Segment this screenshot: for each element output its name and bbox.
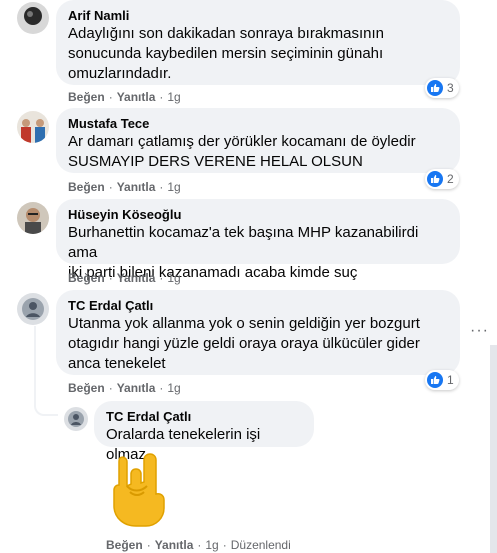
- comment-bubble: Mustafa Tece Ar damarı çatlamış der yörü…: [56, 108, 460, 173]
- like-icon: [427, 171, 443, 187]
- comment-actions: Beğen · Yanıtla · 1g: [68, 271, 181, 285]
- avatar[interactable]: [64, 407, 88, 431]
- thread-line: [34, 326, 36, 398]
- comment-bubble: TC Erdal Çatlı Utanma yok allanma yok o …: [56, 290, 460, 375]
- reaction-count[interactable]: 2: [425, 169, 459, 189]
- timestamp[interactable]: 1g: [167, 271, 180, 285]
- reaction-number: 2: [447, 172, 454, 186]
- avatar[interactable]: [17, 2, 49, 34]
- scroll-edge: [490, 345, 497, 553]
- thread-connector: [34, 398, 58, 416]
- reply-button[interactable]: Yanıtla: [117, 271, 156, 285]
- comment-author[interactable]: Hüseyin Köseoğlu: [68, 206, 448, 223]
- like-icon: [427, 80, 443, 96]
- reply-actions: Beğen · Yanıtla · 1g · Düzenlendi: [106, 538, 291, 552]
- reaction-count[interactable]: 1: [425, 370, 459, 390]
- comment-author[interactable]: Arif Namli: [68, 7, 448, 24]
- reply-button[interactable]: Yanıtla: [117, 90, 156, 104]
- comment-actions: Beğen · Yanıtla · 1g: [68, 381, 181, 395]
- edited-label: Düzenlendi: [230, 538, 291, 552]
- like-button[interactable]: Beğen: [68, 381, 105, 395]
- comment-text: Adaylığını son dakikadan sonraya bırakma…: [68, 25, 385, 82]
- reply-button[interactable]: Yanıtla: [155, 538, 194, 552]
- like-button[interactable]: Beğen: [106, 538, 143, 552]
- like-button[interactable]: Beğen: [68, 180, 105, 194]
- comment-actions: Beğen · Yanıtla · 1g: [68, 180, 181, 194]
- more-options-icon[interactable]: ···: [470, 322, 489, 340]
- timestamp[interactable]: 1g: [167, 381, 180, 395]
- comment-text: Utanma yok allanma yok o senin geldiğin …: [68, 315, 420, 372]
- reply-button[interactable]: Yanıtla: [117, 381, 156, 395]
- avatar[interactable]: [17, 293, 49, 325]
- comment-author[interactable]: TC Erdal Çatlı: [68, 297, 448, 314]
- avatar[interactable]: [17, 111, 49, 143]
- like-button[interactable]: Beğen: [68, 271, 105, 285]
- reaction-number: 1: [447, 373, 454, 387]
- reaction-number: 3: [447, 81, 454, 95]
- comment-text: Ar damarı çatlamış der yörükler kocamanı…: [68, 133, 416, 170]
- timestamp[interactable]: 1g: [205, 538, 218, 552]
- reaction-count[interactable]: 3: [425, 78, 459, 98]
- reply-author[interactable]: TC Erdal Çatlı: [106, 408, 302, 425]
- comment-bubble: Arif Namli Adaylığını son dakikadan sonr…: [56, 0, 460, 85]
- comment-author[interactable]: Mustafa Tece: [68, 115, 448, 132]
- horns-hand-sticker[interactable]: [106, 452, 168, 528]
- like-icon: [427, 372, 443, 388]
- reply-button[interactable]: Yanıtla: [117, 180, 156, 194]
- avatar[interactable]: [17, 202, 49, 234]
- comment-bubble: Hüseyin Köseoğlu Burhanettin kocamaz'a t…: [56, 199, 460, 281]
- comment-actions: Beğen · Yanıtla · 1g: [68, 90, 181, 104]
- like-button[interactable]: Beğen: [68, 90, 105, 104]
- timestamp[interactable]: 1g: [167, 180, 180, 194]
- reply-bubble: TC Erdal Çatlı Oralarda tenekelerin işi …: [94, 401, 314, 463]
- timestamp[interactable]: 1g: [167, 90, 180, 104]
